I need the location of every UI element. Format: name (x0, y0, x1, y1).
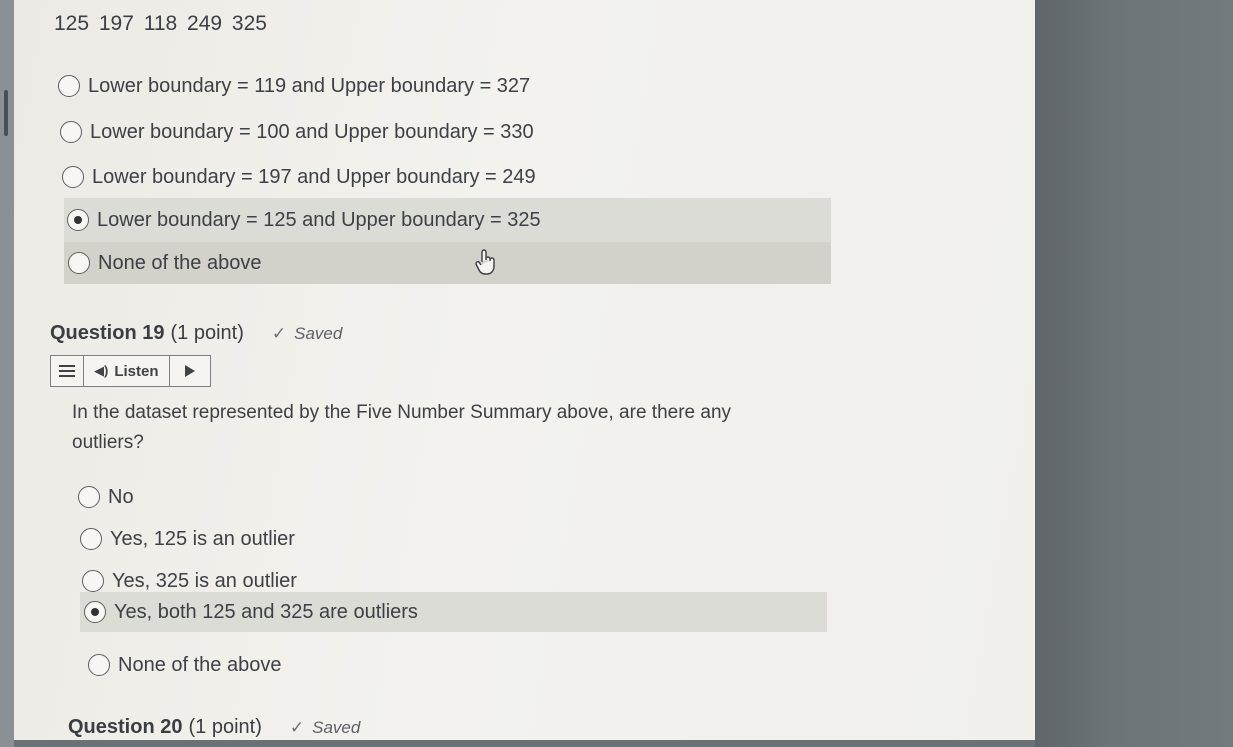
option-label: Lower boundary = 125 and Upper boundary … (97, 208, 541, 231)
option-label: Lower boundary = 100 and Upper boundary … (90, 120, 534, 143)
option-label: Yes, both 125 and 325 are outliers (114, 600, 418, 623)
play-button[interactable] (170, 356, 210, 386)
menu-button[interactable] (51, 356, 84, 386)
radio-unchecked-icon[interactable] (80, 528, 102, 550)
radio-unchecked-icon[interactable] (88, 654, 110, 676)
check-icon: ✓ (289, 718, 305, 737)
option-label: Yes, 125 is an outlier (110, 527, 295, 550)
screen-bezel (1035, 0, 1233, 747)
question-points: (1 point) (170, 322, 244, 344)
q18-option-3[interactable]: Lower boundary = 197 and Upper boundary … (62, 157, 536, 197)
q19-option-1[interactable]: No (78, 477, 134, 517)
q19-option-4-selected[interactable]: Yes, both 125 and 325 are outliers (80, 592, 827, 632)
radio-unchecked-icon[interactable] (60, 121, 82, 143)
option-label: Lower boundary = 119 and Upper boundary … (88, 74, 531, 97)
q18-option-5[interactable]: None of the above (64, 242, 831, 284)
listen-toolbar: ◀) Listen (50, 355, 211, 387)
option-label: None of the above (98, 251, 262, 274)
q18-option-2[interactable]: Lower boundary = 100 and Upper boundary … (60, 112, 534, 152)
option-label: Yes, 325 is an outlier (112, 569, 297, 592)
five-number-summary: 125 197 118 249 325 (54, 12, 267, 35)
option-label: None of the above (118, 653, 282, 676)
radio-unchecked-icon[interactable] (58, 75, 80, 97)
listen-label: Listen (114, 362, 159, 380)
screen-left-edge (0, 0, 14, 747)
radio-unchecked-icon[interactable] (62, 166, 84, 188)
check-icon: ✓ (271, 324, 287, 343)
quiz-page: 125 197 118 249 325 Lower boundary = 119… (14, 0, 1035, 740)
saved-label: Saved (312, 718, 361, 737)
q18-option-1[interactable]: Lower boundary = 119 and Upper boundary … (58, 66, 530, 106)
question-points: (1 point) (188, 716, 262, 738)
question-title: Question 20 (68, 716, 183, 738)
saved-label: Saved (294, 324, 343, 343)
radio-checked-icon[interactable] (67, 209, 89, 231)
menu-icon (59, 365, 75, 377)
radio-unchecked-icon[interactable] (68, 252, 90, 274)
scrollbar-thumb[interactable] (4, 90, 8, 136)
hand-pointer-icon (475, 249, 495, 275)
q19-option-5[interactable]: None of the above (88, 645, 281, 685)
radio-unchecked-icon[interactable] (78, 486, 100, 508)
speaker-icon: ◀) (94, 363, 109, 378)
q18-option-4-selected[interactable]: Lower boundary = 125 and Upper boundary … (64, 198, 831, 242)
option-label: Lower boundary = 197 and Upper boundary … (92, 165, 536, 188)
option-label: No (108, 485, 134, 508)
question-19-header: Question 19 (1 point) ✓ Saved (50, 322, 342, 345)
listen-button[interactable]: ◀) Listen (84, 356, 170, 386)
saved-status: ✓ Saved (290, 718, 360, 738)
q19-option-2[interactable]: Yes, 125 is an outlier (80, 519, 295, 559)
radio-checked-icon[interactable] (84, 601, 106, 623)
question-19-text: In the dataset represented by the Five N… (72, 402, 732, 453)
question-title: Question 19 (50, 322, 165, 344)
question-20-header: Question 20 (1 point) ✓ Saved (68, 716, 360, 739)
play-icon (184, 365, 195, 377)
saved-status: ✓ Saved (272, 324, 342, 344)
radio-unchecked-icon[interactable] (82, 570, 104, 592)
